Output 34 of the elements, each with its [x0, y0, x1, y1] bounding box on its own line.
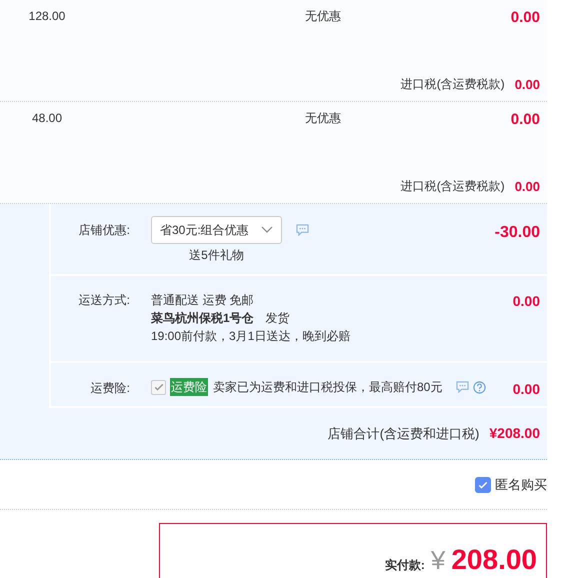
- anonymous-purchase-label: 匿名购买: [495, 476, 547, 494]
- unit-price: 128.00: [28, 8, 66, 25]
- total-label: 店铺合计(含运费和进口税): [328, 424, 480, 443]
- unit-price: 48.00: [30, 110, 64, 127]
- gift-text: 送5件礼物: [188, 247, 245, 264]
- help-icon[interactable]: [473, 380, 486, 394]
- shipping-info: 菜鸟杭州保税1号仓 发货: [151, 310, 291, 327]
- shipping-info: 普通配送 运费 免邮: [151, 292, 255, 309]
- currency-symbol: ¥: [430, 544, 446, 577]
- field-label: 运送方式:: [78, 292, 130, 309]
- chevron-down-icon: [261, 226, 273, 234]
- discount-text: 无优惠: [305, 110, 341, 127]
- insurance-amount: 0.00: [512, 380, 540, 399]
- shipping-info: 19:00前付款，3月1日送达，晚到必赔: [151, 328, 352, 345]
- field-label: 店铺优惠:: [78, 222, 130, 239]
- checkbox[interactable]: [475, 476, 491, 492]
- tax-label: 进口税(含运费税款): [400, 76, 505, 94]
- insurance-tag: 运费险: [170, 378, 208, 396]
- tax-amount: 0.00: [514, 178, 540, 196]
- subtotal-amount: 0.00: [510, 110, 540, 130]
- payment-label: 实付款:: [384, 557, 425, 574]
- field-label: 运费险:: [90, 380, 130, 397]
- chat-icon[interactable]: [456, 381, 470, 393]
- shipping-amount: 0.00: [512, 292, 540, 311]
- chat-icon[interactable]: [296, 224, 309, 236]
- insurance-text: 卖家已为运费和进口税投保，最高赔付80元: [213, 379, 442, 396]
- subtotal-amount: 0.00: [510, 8, 540, 28]
- coupon-dropdown[interactable]: 省30元:组合优惠: [151, 216, 282, 244]
- discount-amount: -30.00: [494, 223, 540, 243]
- discount-text: 无优惠: [305, 8, 341, 25]
- total-amount: ¥208.00: [489, 424, 540, 443]
- tax-amount: 0.00: [514, 76, 540, 94]
- tax-label: 进口税(含运费税款): [400, 178, 505, 196]
- payment-amount: 208.00: [451, 543, 537, 577]
